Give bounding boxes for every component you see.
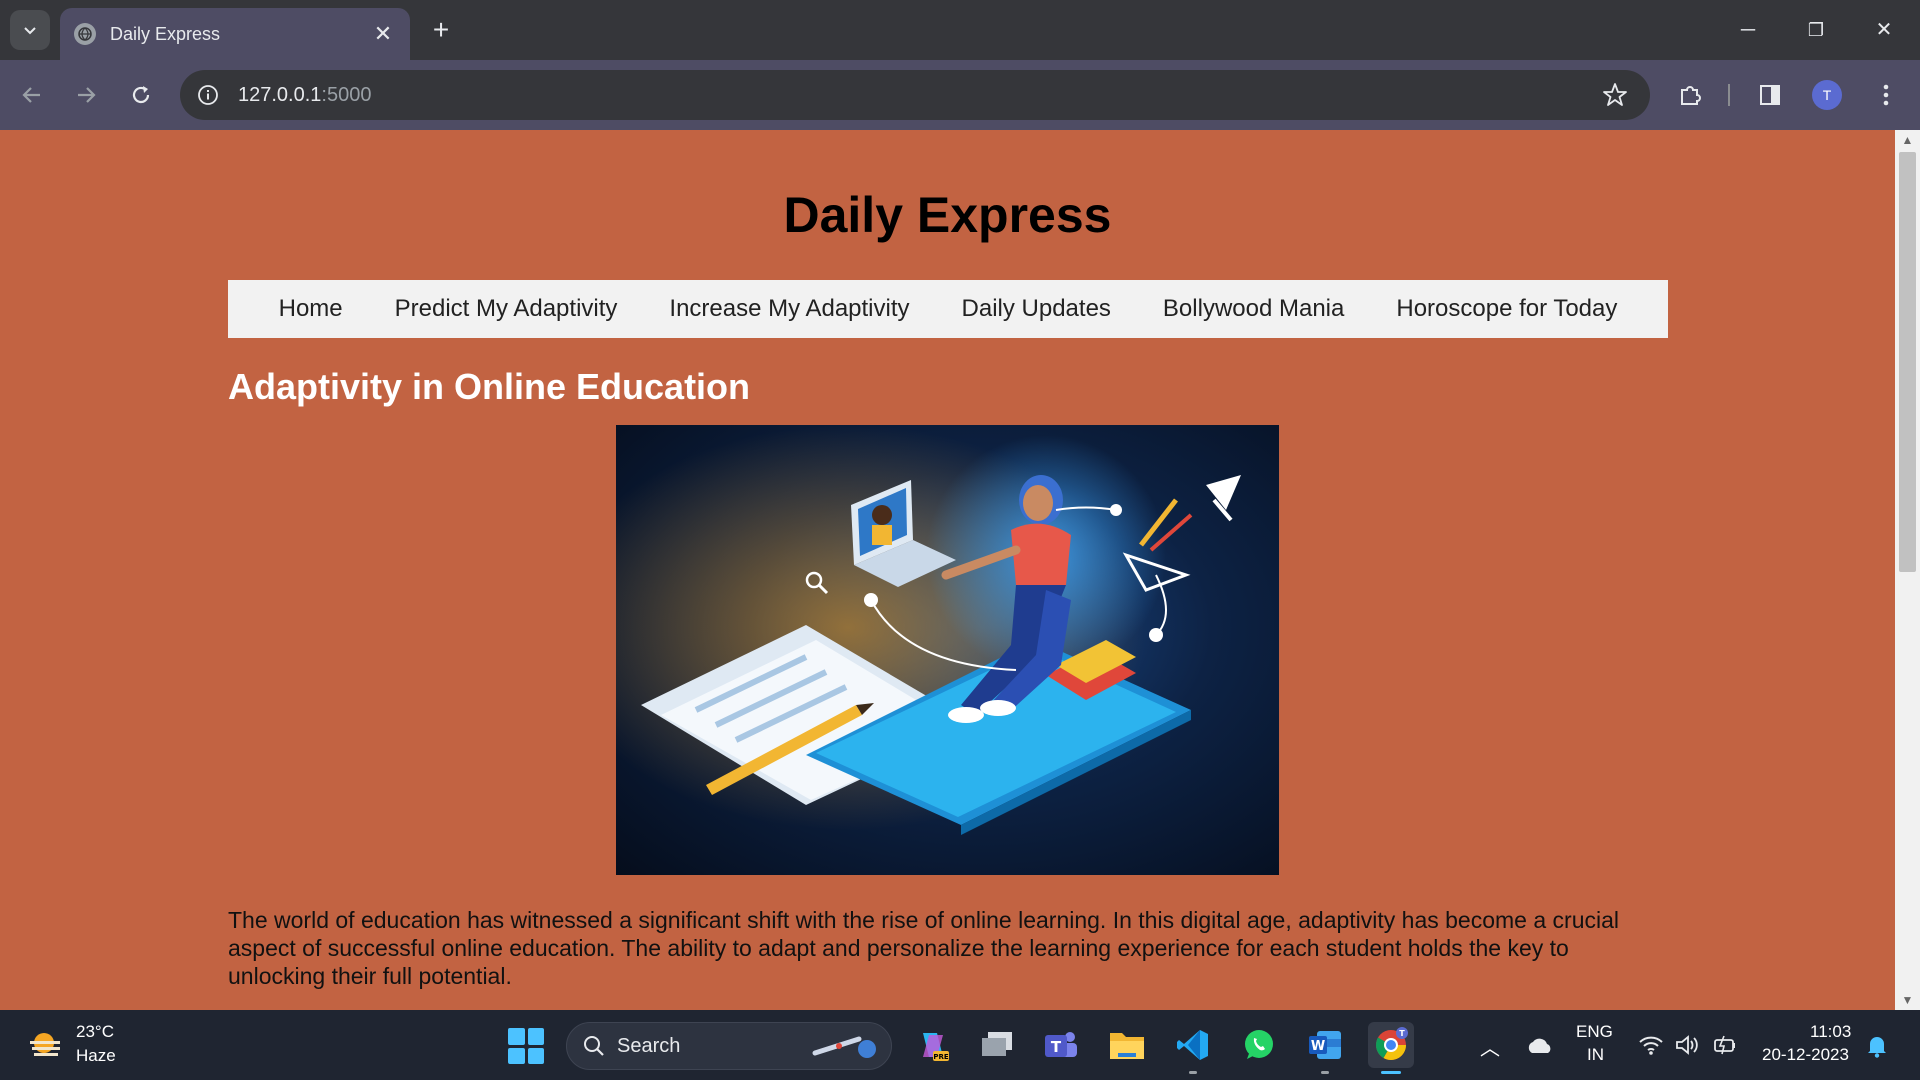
word-icon[interactable]: W (1302, 1022, 1348, 1074)
browser-tab[interactable]: Daily Express ✕ (60, 8, 410, 60)
nav-predict-my-adaptivity[interactable]: Predict My Adaptivity (395, 295, 618, 323)
minimize-button[interactable]: ─ (1725, 12, 1771, 48)
wifi-icon[interactable] (1638, 1034, 1664, 1056)
url-port: :5000 (321, 83, 372, 106)
hero-illustration (616, 425, 1279, 875)
address-bar[interactable]: 127.0.0.1:5000 (180, 70, 1650, 120)
copilot-icon[interactable]: PRE (910, 1022, 956, 1068)
battery-charging-icon[interactable] (1712, 1034, 1738, 1056)
more-vertical-icon (1883, 84, 1889, 106)
start-button[interactable] (508, 1028, 544, 1064)
arrow-right-icon (78, 87, 96, 103)
search-highlight-icon (812, 1036, 876, 1058)
windows-logo-tile (527, 1047, 544, 1064)
url-host: 127.0.0.1 (238, 83, 322, 106)
tab-close-icon[interactable]: ✕ (370, 21, 396, 47)
side-panel-icon (1760, 85, 1780, 105)
running-indicator (1321, 1071, 1329, 1074)
page-scrollbar[interactable]: ▲ ▼ (1895, 130, 1920, 1010)
windows-taskbar: 23°C Haze Search PRE T W T ︿ ENG IN 11:0… (0, 1010, 1920, 1080)
side-panel-button[interactable] (1752, 77, 1788, 113)
weather-condition[interactable]: Haze (76, 1046, 116, 1066)
back-button[interactable] (14, 77, 50, 113)
scroll-down-icon[interactable]: ▼ (1895, 990, 1920, 1010)
bookmark-star-icon[interactable] (1602, 82, 1628, 108)
extensions-button[interactable] (1672, 77, 1708, 113)
page-viewport: Daily Express Home Predict My Adaptivity… (0, 130, 1895, 1010)
site-info-icon[interactable] (194, 81, 222, 109)
scroll-thumb[interactable] (1899, 152, 1916, 572)
tab-strip: Daily Express ✕ + ─ ❐ ✕ (0, 0, 1920, 60)
windows-logo-tile (508, 1047, 525, 1064)
volume-icon[interactable] (1674, 1034, 1700, 1056)
windows-logo-tile (527, 1028, 544, 1045)
svg-text:W: W (1311, 1039, 1325, 1054)
site-title: Daily Express (783, 187, 1112, 243)
chevron-down-icon (24, 27, 36, 35)
vscode-icon[interactable] (1170, 1022, 1216, 1074)
windows-logo-tile (508, 1028, 525, 1045)
close-window-button[interactable]: ✕ (1861, 12, 1907, 48)
article-body: The world of education has witnessed a s… (228, 907, 1619, 989)
nav-daily-updates[interactable]: Daily Updates (962, 295, 1111, 323)
browser-menu-button[interactable] (1868, 77, 1904, 113)
weather-temperature[interactable]: 23°C (76, 1022, 114, 1042)
toolbar-divider (1728, 84, 1730, 106)
teams-icon[interactable]: T (1038, 1022, 1084, 1068)
tab-search-button[interactable] (10, 10, 50, 50)
nav-bollywood-mania[interactable]: Bollywood Mania (1163, 295, 1344, 323)
scroll-up-icon[interactable]: ▲ (1895, 130, 1920, 150)
active-indicator (1381, 1071, 1401, 1074)
clock-date[interactable]: 20-12-2023 (1762, 1045, 1849, 1065)
tab-title: Daily Express (110, 23, 221, 44)
browser-toolbar: 127.0.0.1:5000 T (0, 60, 1920, 130)
article-heading: Adaptivity in Online Education (228, 366, 751, 407)
weather-haze-icon[interactable] (26, 1027, 64, 1063)
nav-increase-my-adaptivity[interactable]: Increase My Adaptivity (669, 295, 909, 323)
nav-horoscope-for-today[interactable]: Horoscope for Today (1396, 295, 1617, 323)
notification-bell-icon[interactable] (1866, 1034, 1888, 1058)
taskbar-search-label: Search (617, 1034, 681, 1057)
running-indicator (1189, 1071, 1197, 1074)
profile-avatar[interactable]: T (1812, 80, 1842, 110)
file-explorer-icon[interactable] (1104, 1022, 1150, 1068)
puzzle-icon (1681, 86, 1701, 105)
restore-button[interactable]: ❐ (1793, 12, 1839, 48)
onedrive-icon[interactable] (1526, 1038, 1554, 1054)
reload-icon (132, 86, 150, 104)
taskbar-search[interactable]: Search (566, 1022, 892, 1070)
chrome-icon[interactable]: T (1368, 1022, 1414, 1074)
svg-text:PRE: PRE (933, 1053, 949, 1061)
show-hidden-icons-icon[interactable]: ︿ (1480, 1032, 1500, 1061)
arrow-left-icon (22, 87, 40, 103)
reload-button[interactable] (123, 77, 159, 113)
search-icon (584, 1036, 604, 1056)
whatsapp-icon[interactable] (1236, 1022, 1282, 1068)
site-nav: Home Predict My Adaptivity Increase My A… (228, 280, 1668, 338)
forward-button[interactable] (68, 77, 104, 113)
new-tab-button[interactable]: + (425, 14, 457, 46)
nav-home[interactable]: Home (279, 295, 343, 323)
svg-text:T: T (1399, 1029, 1405, 1038)
svg-text:T: T (1051, 1038, 1062, 1056)
language-secondary[interactable]: IN (1587, 1045, 1604, 1065)
language-primary[interactable]: ENG (1576, 1022, 1613, 1042)
task-view-icon[interactable] (974, 1022, 1020, 1068)
clock-time[interactable]: 11:03 (1810, 1022, 1851, 1042)
globe-icon (74, 23, 96, 45)
